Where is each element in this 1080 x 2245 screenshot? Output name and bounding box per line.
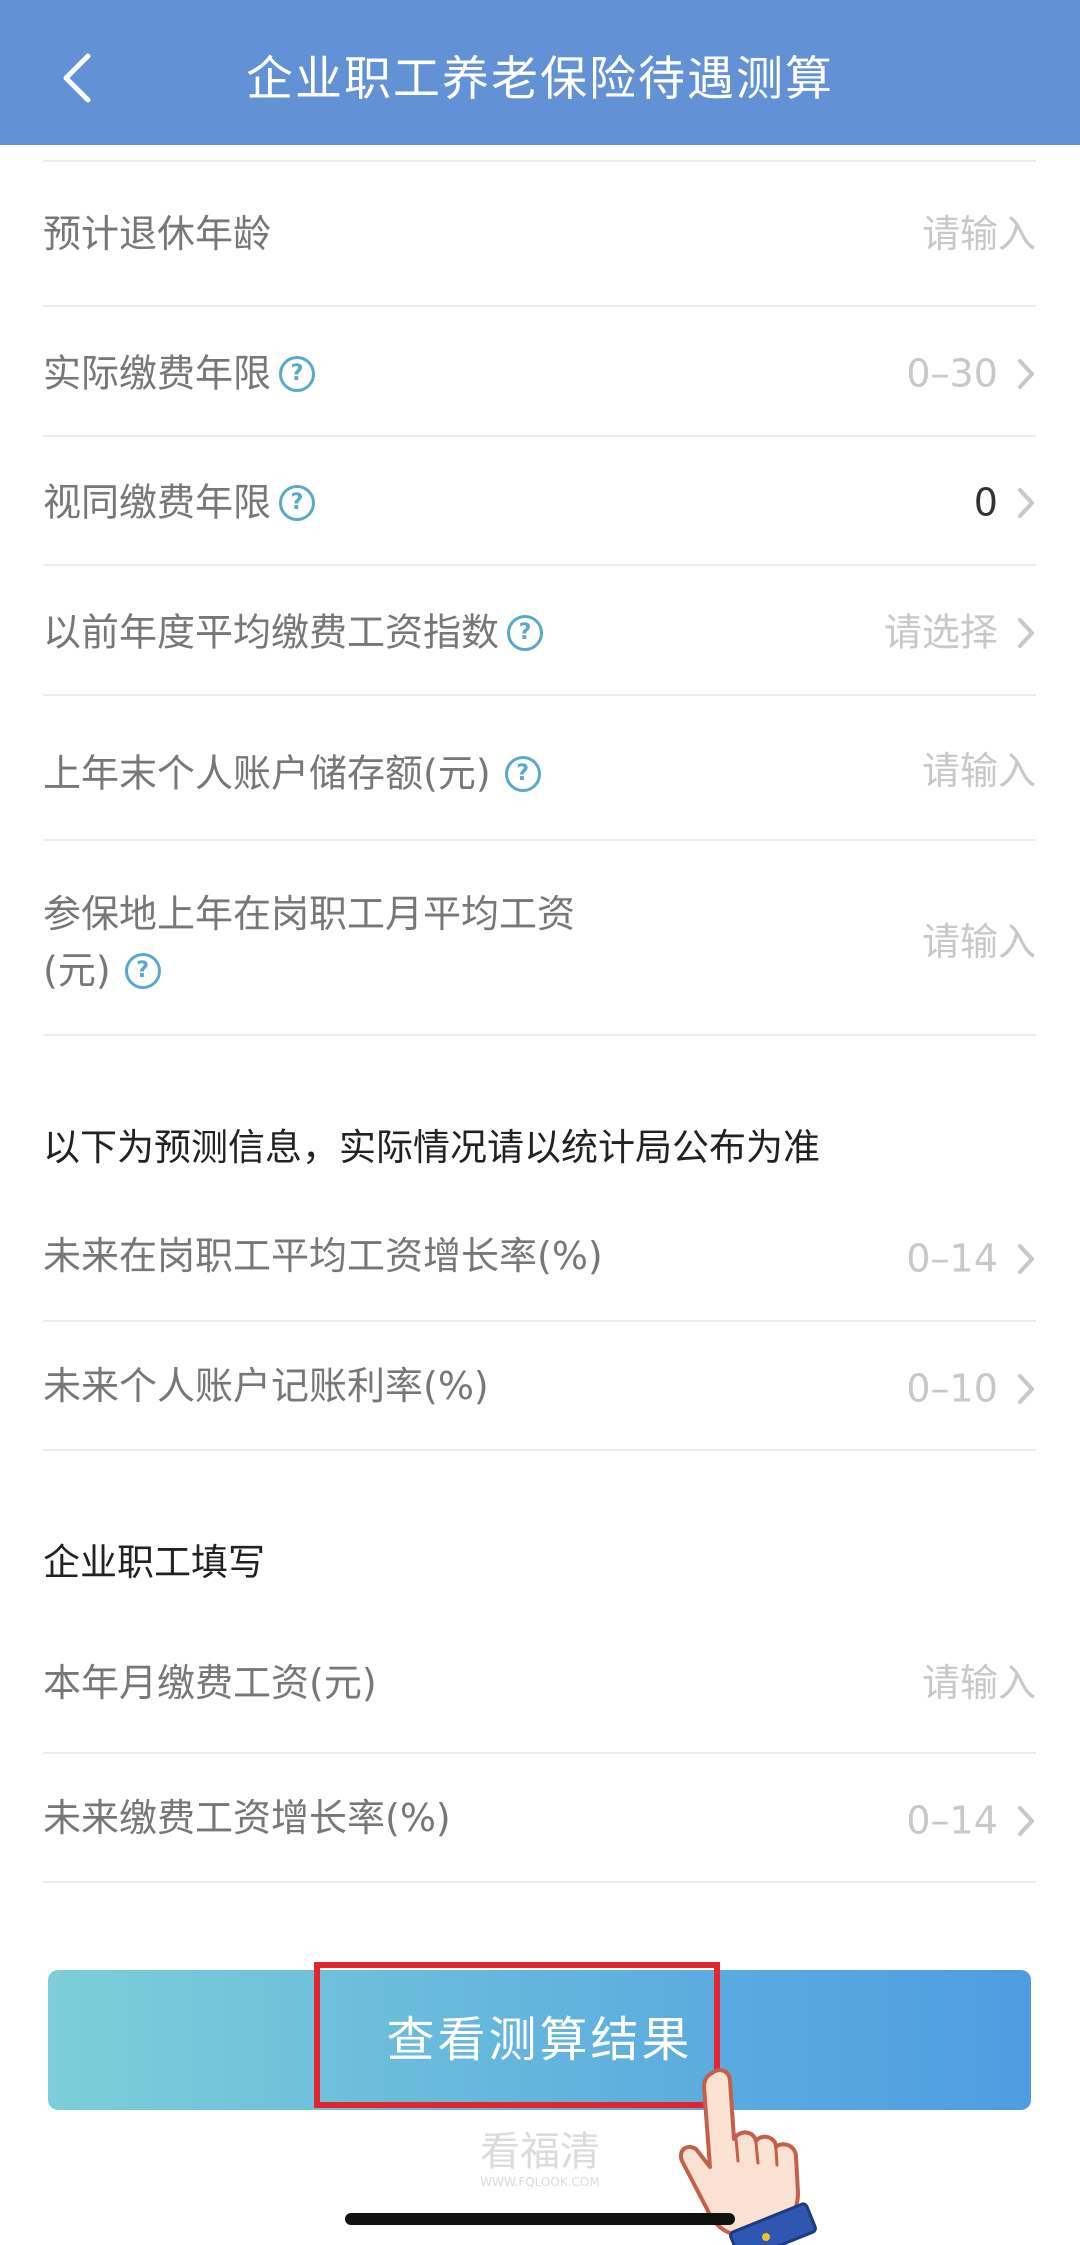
divider (43, 1449, 1036, 1451)
future-wage-growth-row[interactable]: 未来在岗职工平均工资增长率(%) 0–14 (43, 1230, 1036, 1282)
help-icon[interactable]: ? (279, 355, 316, 392)
monthly-wage-input[interactable]: 请输入 (922, 1657, 1036, 1709)
forecast-section-title: 以下为预测信息，实际情况请以统计局公布为准 (43, 1126, 820, 1169)
chevron-right-icon (1018, 617, 1034, 648)
monthly-wage-label: 本年月缴费工资(元) (43, 1661, 377, 1705)
divider (43, 160, 1036, 162)
future-interest-rate-label: 未来个人账户记账利率(%) (43, 1364, 489, 1408)
future-contribution-growth-label: 未来缴费工资增长率(%) (43, 1796, 451, 1840)
help-icon[interactable]: ? (507, 614, 544, 651)
monthly-wage-row[interactable]: 本年月缴费工资(元) 请输入 (43, 1657, 1036, 1709)
divider (43, 435, 1036, 437)
help-icon[interactable]: ? (279, 484, 316, 521)
wage-index-row[interactable]: 以前年度平均缴费工资指数? 请选择 (43, 604, 1036, 656)
chevron-right-icon (1018, 1243, 1034, 1274)
retirement-age-label: 预计退休年龄 (43, 212, 272, 256)
divider (43, 1034, 1036, 1036)
future-wage-growth-value: 0–14 (906, 1236, 998, 1281)
chevron-right-icon (1018, 1373, 1034, 1404)
retirement-age-input[interactable]: 请输入 (922, 208, 1036, 260)
help-icon[interactable]: ? (124, 952, 161, 989)
account-balance-input[interactable]: 请输入 (922, 745, 1036, 797)
chevron-right-icon (1018, 1805, 1034, 1836)
future-contribution-growth-value: 0–14 (906, 1798, 998, 1843)
actual-contribution-years-value: 0–30 (906, 351, 998, 396)
wage-index-label: 以前年度平均缴费工资指数 (43, 610, 500, 655)
divider (43, 1752, 1036, 1754)
watermark: 看福清 WWW.FQLOOK.COM (470, 2130, 610, 2190)
deemed-contribution-years-label: 视同缴费年限 (43, 480, 272, 525)
future-wage-growth-label: 未来在岗职工平均工资增长率(%) (43, 1234, 603, 1278)
future-interest-rate-row[interactable]: 未来个人账户记账利率(%) 0–10 (43, 1360, 1036, 1412)
highlight-box (314, 1962, 720, 2108)
deemed-contribution-years-row[interactable]: 视同缴费年限? 0 (43, 474, 1036, 526)
local-average-wage-label-line2: (元) (43, 948, 111, 993)
account-balance-row[interactable]: 上年末个人账户储存额(元)? 请输入 (43, 745, 1036, 797)
actual-contribution-years-row[interactable]: 实际缴费年限? 0–30 (43, 345, 1036, 397)
local-average-wage-row[interactable]: 参保地上年在岗职工月平均工资 (元)? 请输入 (43, 888, 1036, 996)
watermark-url: WWW.FQLOOK.COM (480, 2175, 600, 2189)
local-average-wage-input[interactable]: 请输入 (922, 916, 1036, 968)
chevron-right-icon (1018, 358, 1034, 389)
help-icon[interactable]: ? (504, 755, 541, 792)
divider (43, 839, 1036, 841)
divider (43, 564, 1036, 566)
app-header: 企业职工养老保险待遇测算 (0, 0, 1080, 145)
watermark-logo-text: 看福清 (480, 2129, 600, 2175)
divider (43, 305, 1036, 307)
employee-section-title: 企业职工填写 (43, 1541, 265, 1584)
divider (43, 1881, 1036, 1883)
deemed-contribution-years-value: 0 (973, 480, 998, 525)
divider (43, 694, 1036, 696)
divider (43, 1320, 1036, 1322)
local-average-wage-label-line1: 参保地上年在岗职工月平均工资 (43, 892, 576, 936)
chevron-right-icon (1018, 487, 1034, 518)
retirement-age-row[interactable]: 预计退休年龄 请输入 (43, 208, 1036, 260)
actual-contribution-years-label: 实际缴费年限 (43, 351, 272, 396)
home-indicator (345, 2213, 735, 2225)
future-interest-rate-value: 0–10 (906, 1366, 998, 1411)
wage-index-select: 请选择 (883, 610, 998, 655)
future-contribution-growth-row[interactable]: 未来缴费工资增长率(%) 0–14 (43, 1792, 1036, 1844)
account-balance-label: 上年末个人账户储存额(元) (43, 751, 491, 796)
page-title: 企业职工养老保险待遇测算 (246, 52, 834, 107)
